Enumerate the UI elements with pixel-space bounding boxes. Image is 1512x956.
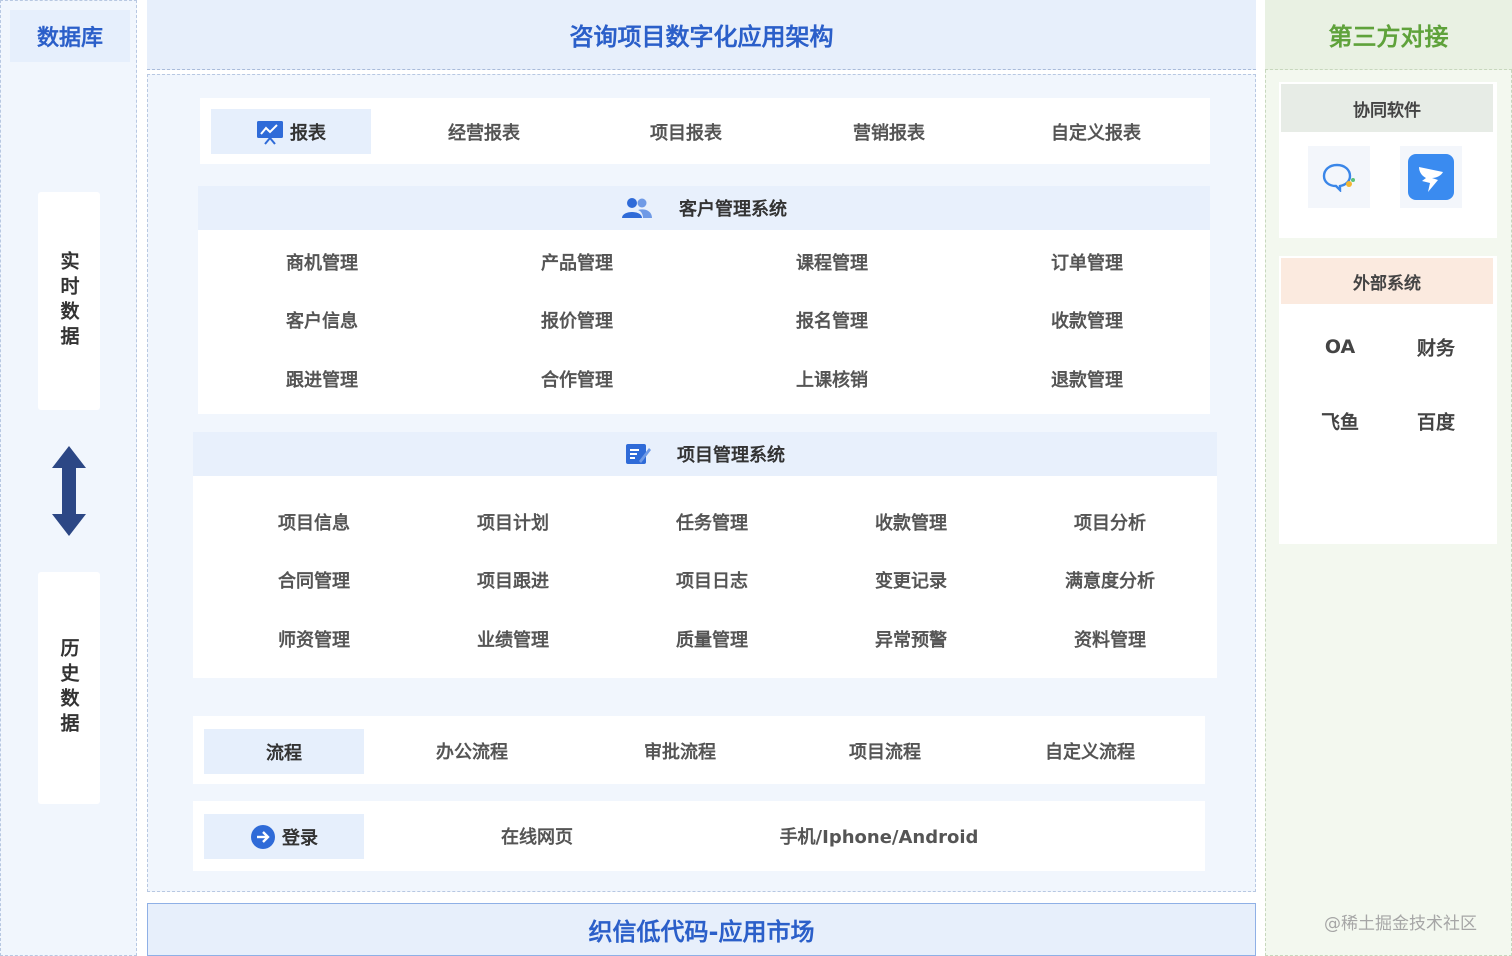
presentation-chart-icon bbox=[257, 120, 283, 145]
external-title: 外部系统 bbox=[1281, 258, 1493, 304]
pms-cell[interactable]: 项目计划 bbox=[477, 509, 549, 535]
login-tag[interactable]: 登录 bbox=[204, 814, 364, 859]
crm-cell[interactable]: 跟进管理 bbox=[286, 366, 358, 392]
process-item-project[interactable]: 项目流程 bbox=[849, 738, 921, 764]
chat-app-tile[interactable] bbox=[1308, 146, 1370, 208]
crm-cell[interactable]: 退款管理 bbox=[1051, 366, 1123, 392]
process-item-office[interactable]: 办公流程 bbox=[436, 738, 508, 764]
report-item-project[interactable]: 项目报表 bbox=[650, 119, 722, 145]
realtime-data-box: 实时数据 bbox=[38, 192, 100, 410]
pms-cell[interactable]: 项目信息 bbox=[278, 509, 350, 535]
pms-cell[interactable]: 合同管理 bbox=[278, 567, 350, 593]
realtime-data-label: 实时数据 bbox=[57, 251, 80, 351]
users-icon bbox=[622, 198, 652, 218]
history-data-box: 历史数据 bbox=[38, 572, 100, 804]
crm-cell[interactable]: 课程管理 bbox=[796, 249, 868, 275]
login-item-mobile[interactable]: 手机/Iphone/Android bbox=[780, 823, 979, 849]
crm-cell[interactable]: 报名管理 bbox=[796, 307, 868, 333]
process-item-custom[interactable]: 自定义流程 bbox=[1045, 738, 1135, 764]
pms-cell[interactable]: 收款管理 bbox=[875, 509, 947, 535]
external-item-feiyu[interactable]: 飞鱼 bbox=[1321, 408, 1359, 435]
pms-cell[interactable]: 项目分析 bbox=[1074, 509, 1146, 535]
third-party-title: 第三方对接 bbox=[1265, 0, 1512, 70]
pms-cell[interactable]: 质量管理 bbox=[676, 626, 748, 652]
arrow-right-circle-icon bbox=[251, 824, 275, 849]
app-market-bar[interactable]: 织信低代码-应用市场 bbox=[147, 903, 1256, 956]
pms-cell[interactable]: 项目日志 bbox=[676, 567, 748, 593]
chat-bubble-icon bbox=[1322, 163, 1355, 192]
external-item-baidu[interactable]: 百度 bbox=[1417, 408, 1455, 435]
pms-cell[interactable]: 业绩管理 bbox=[477, 626, 549, 652]
pms-cell[interactable]: 满意度分析 bbox=[1065, 567, 1155, 593]
external-item-oa[interactable]: OA bbox=[1325, 336, 1355, 358]
process-item-approval[interactable]: 审批流程 bbox=[644, 738, 716, 764]
crm-cell[interactable]: 报价管理 bbox=[541, 307, 613, 333]
database-title: 数据库 bbox=[10, 10, 130, 62]
pms-cell[interactable]: 资料管理 bbox=[1074, 626, 1146, 652]
reports-tag[interactable]: 报表 bbox=[211, 109, 371, 154]
report-item-operations[interactable]: 经营报表 bbox=[448, 119, 520, 145]
crm-cell[interactable]: 商机管理 bbox=[286, 249, 358, 275]
process-tag[interactable]: 流程 bbox=[204, 729, 364, 774]
collab-title: 协同软件 bbox=[1281, 84, 1493, 132]
crm-cell[interactable]: 合作管理 bbox=[541, 366, 613, 392]
history-data-label: 历史数据 bbox=[57, 638, 80, 738]
pms-title: 项目管理系统 bbox=[677, 445, 785, 466]
edit-list-icon bbox=[626, 444, 651, 464]
crm-title: 客户管理系统 bbox=[679, 199, 787, 220]
crm-cell[interactable]: 客户信息 bbox=[286, 307, 358, 333]
login-tag-label: 登录 bbox=[282, 827, 318, 849]
process-tag-label: 流程 bbox=[266, 742, 302, 764]
pms-cell[interactable]: 变更记录 bbox=[875, 567, 947, 593]
reports-tag-label: 报表 bbox=[290, 122, 326, 144]
pms-cell[interactable]: 项目跟进 bbox=[477, 567, 549, 593]
pms-cell[interactable]: 任务管理 bbox=[676, 509, 748, 535]
pms-cell[interactable]: 师资管理 bbox=[278, 626, 350, 652]
crm-cell[interactable]: 产品管理 bbox=[541, 249, 613, 275]
crm-cell[interactable]: 订单管理 bbox=[1051, 249, 1123, 275]
crm-cell[interactable]: 上课核销 bbox=[796, 366, 868, 392]
pms-cell[interactable]: 异常预警 bbox=[875, 626, 947, 652]
crm-header: 客户管理系统 bbox=[198, 186, 1210, 230]
external-item-finance[interactable]: 财务 bbox=[1417, 334, 1455, 361]
pms-header: 项目管理系统 bbox=[193, 432, 1217, 476]
dingtalk-app-tile[interactable] bbox=[1400, 146, 1462, 208]
architecture-title: 咨询项目数字化应用架构 bbox=[147, 0, 1256, 70]
double-arrow-icon bbox=[52, 446, 86, 536]
watermark: @稀土掘金技术社区 bbox=[1324, 913, 1477, 934]
crm-cell[interactable]: 收款管理 bbox=[1051, 307, 1123, 333]
dingtalk-icon bbox=[1408, 154, 1454, 200]
login-item-web[interactable]: 在线网页 bbox=[501, 823, 573, 849]
report-item-custom[interactable]: 自定义报表 bbox=[1051, 119, 1141, 145]
report-item-marketing[interactable]: 营销报表 bbox=[853, 119, 925, 145]
